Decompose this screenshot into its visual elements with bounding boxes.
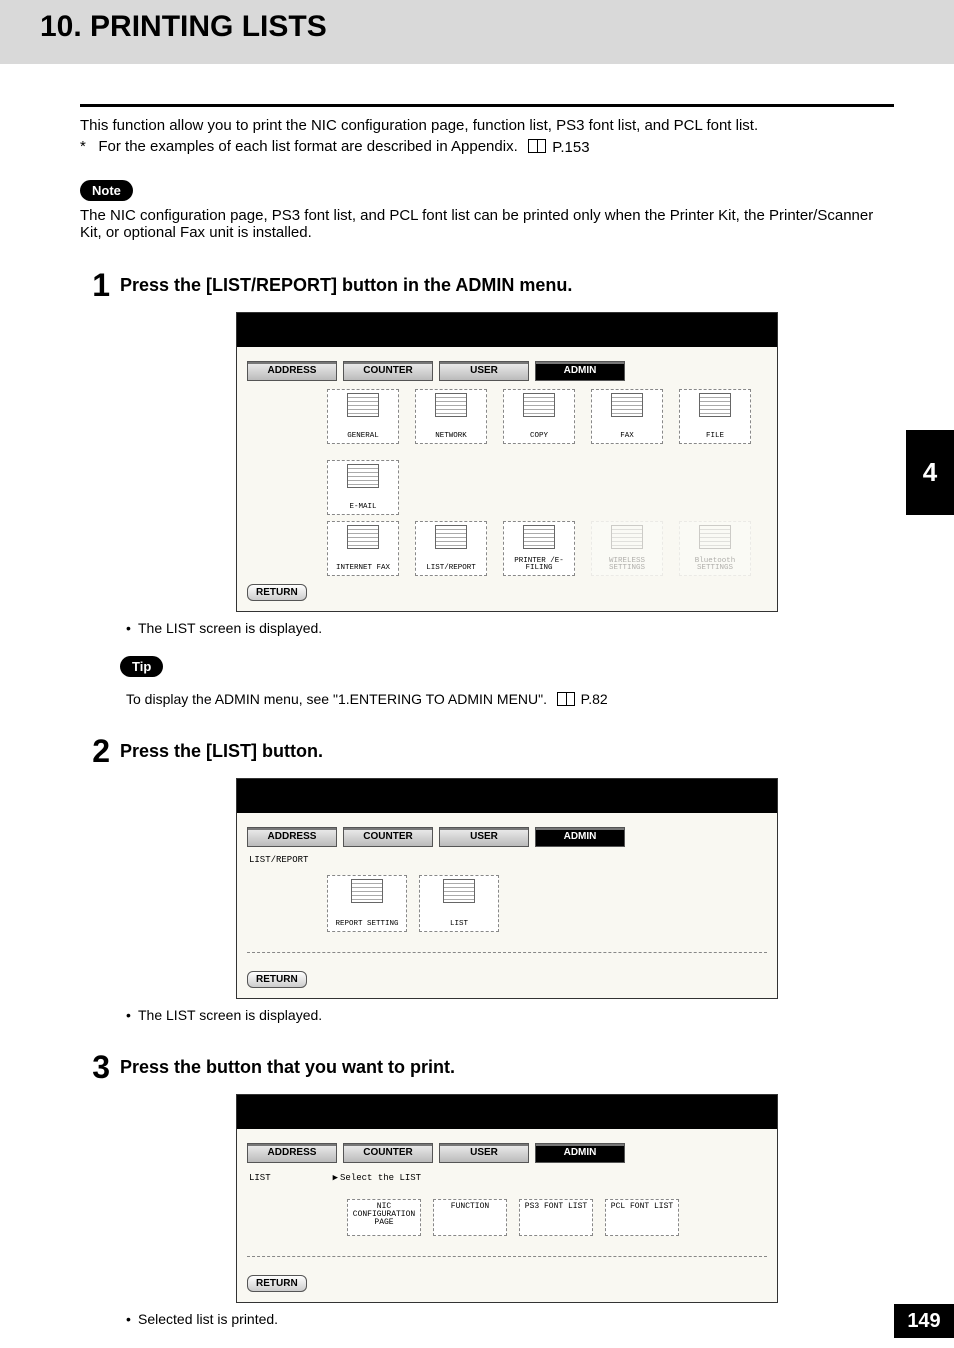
tab-admin[interactable]: ADMIN — [535, 1143, 625, 1163]
tab-counter[interactable]: COUNTER — [343, 361, 433, 381]
divider — [247, 952, 767, 953]
divider — [247, 1256, 767, 1257]
tip-label: Tip — [120, 656, 163, 677]
step-title: Press the [LIST] button. — [120, 741, 894, 762]
step-number: 1 — [80, 269, 110, 707]
menu-btn-printer-efiling[interactable]: PRINTER /E-FILING — [503, 521, 575, 576]
breadcrumb: LIST/REPORT — [249, 855, 767, 865]
asterisk: * — [80, 138, 86, 155]
menu-btn-nic-config-page[interactable]: NIC CONFIGURATION PAGE — [347, 1199, 421, 1236]
step3-bullet: Selected list is printed. — [126, 1311, 894, 1327]
menu-btn-email[interactable]: E-MAIL — [327, 460, 399, 515]
page-ref: P.82 — [581, 691, 608, 707]
menu-btn-ps3-font-list[interactable]: PS3 FONT LIST — [519, 1199, 593, 1236]
menu-btn-internet-fax[interactable]: INTERNET FAX — [327, 521, 399, 576]
menu-btn-copy[interactable]: COPY — [503, 389, 575, 444]
note-body: The NIC configuration page, PS3 font lis… — [80, 207, 894, 241]
menu-btn-list-report[interactable]: LIST/REPORT — [415, 521, 487, 576]
list-icon — [443, 879, 475, 903]
internet-fax-icon — [347, 525, 379, 549]
step-number: 3 — [80, 1051, 110, 1327]
device-screen-1: ADDRESS COUNTER USER ADMIN GENERAL NETWO… — [236, 312, 778, 612]
menu-btn-pcl-font-list[interactable]: PCL FONT LIST — [605, 1199, 679, 1236]
tab-user[interactable]: USER — [439, 1143, 529, 1163]
page-title: 10. PRINTING LISTS — [40, 10, 914, 44]
menu-btn-list[interactable]: LIST — [419, 875, 499, 932]
menu-btn-network[interactable]: NETWORK — [415, 389, 487, 444]
step-2: 2 Press the [LIST] button. ADDRESS COUNT… — [80, 735, 894, 1023]
step1-bullet: The LIST screen is displayed. — [126, 620, 894, 636]
menu-btn-fax[interactable]: FAX — [591, 389, 663, 444]
step-number: 2 — [80, 735, 110, 1023]
fax-icon — [611, 393, 643, 417]
menu-btn-report-setting[interactable]: REPORT SETTING — [327, 875, 407, 932]
tab-user[interactable]: USER — [439, 827, 529, 847]
menu-grid: GENERAL NETWORK COPY FAX FILE E-MAIL INT… — [247, 389, 767, 576]
device-screen-3: ADDRESS COUNTER USER ADMIN LIST ▶Select … — [236, 1094, 778, 1303]
file-icon — [699, 393, 731, 417]
tab-address[interactable]: ADDRESS — [247, 827, 337, 847]
page-header: 10. PRINTING LISTS — [0, 0, 954, 64]
copy-icon — [523, 393, 555, 417]
step-content: Press the [LIST/REPORT] button in the AD… — [120, 269, 894, 707]
tip-text: To display the ADMIN menu, see "1.ENTERI… — [126, 691, 894, 707]
page-number: 149 — [894, 1304, 954, 1338]
bluetooth-icon — [699, 525, 731, 549]
network-icon — [435, 393, 467, 417]
tab-row: ADDRESS COUNTER USER ADMIN — [247, 361, 767, 381]
tab-address[interactable]: ADDRESS — [247, 361, 337, 381]
email-icon — [347, 464, 379, 488]
wireless-icon — [611, 525, 643, 549]
return-button[interactable]: RETURN — [247, 1275, 307, 1292]
return-button[interactable]: RETURN — [247, 971, 307, 988]
intro-text-2: * For the examples of each list format a… — [80, 138, 894, 156]
intro-text: This function allow you to print the NIC… — [80, 117, 894, 134]
step2-bullet: The LIST screen is displayed. — [126, 1007, 894, 1023]
printer-efiling-icon — [523, 525, 555, 549]
menu-btn-general[interactable]: GENERAL — [327, 389, 399, 444]
device-screen-2: ADDRESS COUNTER USER ADMIN LIST/REPORT R… — [236, 778, 778, 999]
tab-user[interactable]: USER — [439, 361, 529, 381]
report-setting-icon — [351, 879, 383, 903]
book-icon — [557, 692, 575, 706]
step-title: Press the button that you want to print. — [120, 1057, 894, 1078]
tab-admin[interactable]: ADMIN — [535, 361, 625, 381]
content: This function allow you to print the NIC… — [0, 104, 954, 1327]
list-report-icon — [435, 525, 467, 549]
menu-btn-bluetooth[interactable]: Bluetooth SETTINGS — [679, 521, 751, 576]
step-1: 1 Press the [LIST/REPORT] button in the … — [80, 269, 894, 707]
menu-btn-function[interactable]: FUNCTION — [433, 1199, 507, 1236]
section-tab: 4 — [906, 430, 954, 515]
menu-btn-file[interactable]: FILE — [679, 389, 751, 444]
divider — [80, 104, 894, 107]
intro2-body: For the examples of each list format are… — [98, 138, 517, 155]
tab-admin[interactable]: ADMIN — [535, 827, 625, 847]
page-ref: P.153 — [552, 139, 589, 156]
tab-counter[interactable]: COUNTER — [343, 1143, 433, 1163]
page: 10. PRINTING LISTS This function allow y… — [0, 0, 954, 1348]
note-label: Note — [80, 180, 133, 201]
breadcrumb: LIST — [249, 1173, 271, 1183]
step-title: Press the [LIST/REPORT] button in the AD… — [120, 275, 894, 296]
return-button[interactable]: RETURN — [247, 584, 307, 601]
menu-btn-wireless[interactable]: WIRELESS SETTINGS — [591, 521, 663, 576]
tab-address[interactable]: ADDRESS — [247, 1143, 337, 1163]
general-icon — [347, 393, 379, 417]
prompt: ▶Select the LIST — [333, 1173, 421, 1183]
book-icon — [528, 139, 546, 153]
step-3: 3 Press the button that you want to prin… — [80, 1051, 894, 1327]
tab-counter[interactable]: COUNTER — [343, 827, 433, 847]
